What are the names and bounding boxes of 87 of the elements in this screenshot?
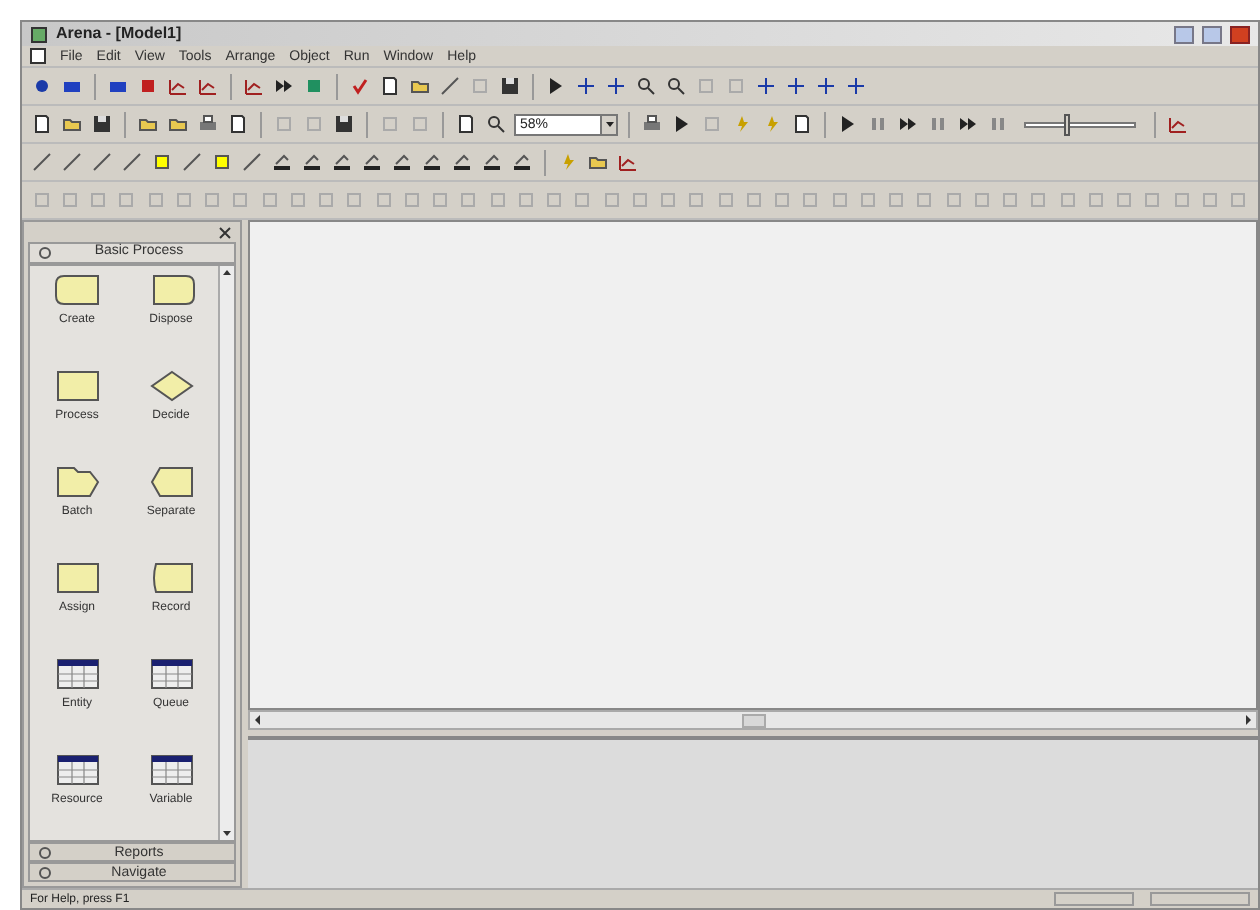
save-icon[interactable] xyxy=(92,114,112,134)
paint-icon[interactable] xyxy=(422,152,442,172)
cross-icon[interactable] xyxy=(606,76,626,96)
rectangle-icon[interactable] xyxy=(53,560,101,596)
page-icon[interactable] xyxy=(792,114,812,134)
module-shape-icon[interactable] xyxy=(53,464,101,500)
folder-icon[interactable] xyxy=(62,114,82,134)
magnifier-icon[interactable] xyxy=(636,76,656,96)
page-icon[interactable] xyxy=(380,76,400,96)
close-button[interactable] xyxy=(1230,25,1250,43)
line-icon[interactable] xyxy=(182,152,202,172)
rectangle-icon[interactable] xyxy=(152,152,172,172)
magnifier-icon[interactable] xyxy=(666,76,686,96)
document-icon xyxy=(30,48,46,64)
module-shape-icon[interactable] xyxy=(53,272,101,308)
window-title: Arena - [Model1] xyxy=(56,26,182,42)
rectangle-icon[interactable] xyxy=(62,76,82,96)
folder-icon[interactable] xyxy=(410,76,430,96)
module-shape-icon[interactable] xyxy=(147,272,195,308)
magnifier-icon[interactable] xyxy=(486,114,506,134)
line-icon[interactable] xyxy=(242,152,262,172)
paint-icon[interactable] xyxy=(452,152,472,172)
folder-icon[interactable] xyxy=(588,152,608,172)
up-arrow-icon[interactable] xyxy=(220,266,234,280)
printer-icon[interactable] xyxy=(198,114,218,134)
chart-icon[interactable] xyxy=(168,76,188,96)
cross-icon[interactable] xyxy=(576,76,596,96)
module-shape-icon[interactable] xyxy=(147,464,195,500)
play-icon[interactable] xyxy=(546,76,566,96)
cross-icon[interactable] xyxy=(846,76,866,96)
line-icon[interactable] xyxy=(440,76,460,96)
printer-icon[interactable] xyxy=(642,114,662,134)
chart-icon[interactable] xyxy=(618,152,638,172)
panel-icon xyxy=(38,246,52,260)
chart-icon[interactable] xyxy=(1168,114,1188,134)
square-icon[interactable] xyxy=(138,76,158,96)
dropdown-arrow-icon[interactable] xyxy=(603,118,615,130)
cross-icon[interactable] xyxy=(756,76,776,96)
app-icon xyxy=(30,25,48,43)
close-icon[interactable] xyxy=(218,225,232,239)
right-arrow-icon[interactable] xyxy=(1240,712,1256,728)
line-icon[interactable] xyxy=(92,152,112,172)
line-icon[interactable] xyxy=(62,152,82,172)
save-icon[interactable] xyxy=(500,76,520,96)
rectangle-icon[interactable] xyxy=(108,76,128,96)
vertical-scrollbar[interactable] xyxy=(218,266,234,840)
square-icon[interactable] xyxy=(304,76,324,96)
horizontal-scrollbar[interactable] xyxy=(248,710,1258,730)
status-pane xyxy=(1150,892,1250,906)
paint-icon[interactable] xyxy=(362,152,382,172)
page-icon[interactable] xyxy=(228,114,248,134)
chart-icon[interactable] xyxy=(198,76,218,96)
table-icon[interactable] xyxy=(147,752,195,788)
chart-icon[interactable] xyxy=(244,76,264,96)
paint-icon[interactable] xyxy=(332,152,352,172)
scroll-thumb[interactable] xyxy=(741,713,765,727)
paint-icon[interactable] xyxy=(272,152,292,172)
play-icon[interactable] xyxy=(838,114,858,134)
paint-icon[interactable] xyxy=(302,152,322,172)
page-icon[interactable] xyxy=(456,114,476,134)
rectangle-icon[interactable] xyxy=(212,152,232,172)
line-icon[interactable] xyxy=(122,152,142,172)
cross-icon[interactable] xyxy=(816,76,836,96)
cross-icon[interactable] xyxy=(786,76,806,96)
down-arrow-icon[interactable] xyxy=(220,826,234,840)
page-icon[interactable] xyxy=(32,114,52,134)
diamond-icon[interactable] xyxy=(147,368,195,404)
save-icon[interactable] xyxy=(334,114,354,134)
fast-forward-icon[interactable] xyxy=(274,76,294,96)
fast-forward-icon[interactable] xyxy=(958,114,978,134)
table-icon[interactable] xyxy=(53,656,101,692)
minimize-button[interactable] xyxy=(1174,25,1194,43)
table-icon[interactable] xyxy=(53,752,101,788)
module-shape-icon[interactable] xyxy=(147,560,195,596)
circle-icon[interactable] xyxy=(32,76,52,96)
line-icon[interactable] xyxy=(32,152,52,172)
paint-icon[interactable] xyxy=(512,152,532,172)
check-icon[interactable] xyxy=(350,76,370,96)
play-icon[interactable] xyxy=(672,114,692,134)
table-icon[interactable] xyxy=(147,656,195,692)
status-pane xyxy=(1054,892,1134,906)
maximize-button[interactable] xyxy=(1202,25,1222,43)
paint-icon[interactable] xyxy=(482,152,502,172)
fast-forward-icon[interactable] xyxy=(898,114,918,134)
rectangle-icon[interactable] xyxy=(53,368,101,404)
paint-icon[interactable] xyxy=(392,152,412,172)
left-arrow-icon[interactable] xyxy=(250,712,266,728)
